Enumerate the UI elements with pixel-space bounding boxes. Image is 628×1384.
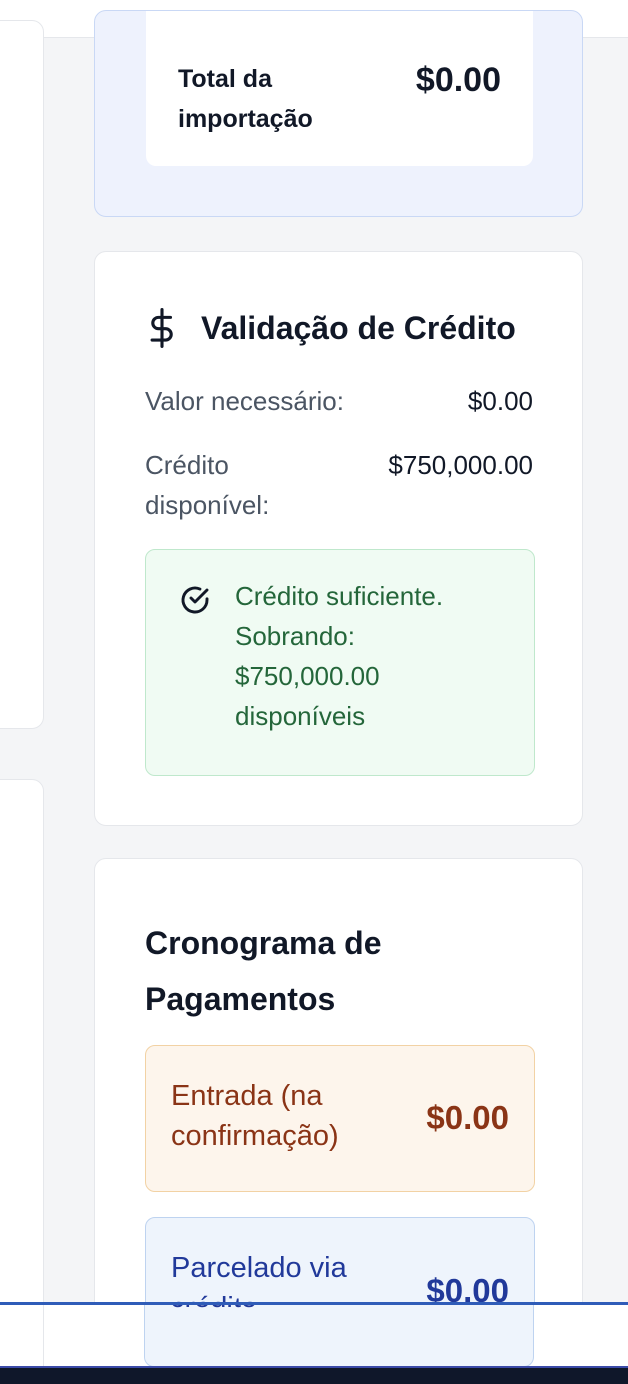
required-value-label: Valor necessário: (145, 386, 344, 416)
required-value: $0.00 (467, 386, 533, 416)
bottom-dark-bar (0, 1366, 628, 1384)
import-total-label: Total da importação (178, 65, 313, 133)
import-total-value: $0.00 (415, 61, 501, 99)
import-total-box: Total da importação $0.00 (146, 11, 533, 166)
available-credit-label: Crédito disponível: (145, 450, 270, 520)
left-panel-card (0, 20, 44, 729)
parcelado-payment-box-peek: crédito (144, 1305, 534, 1367)
entrada-payment-box: Entrada (na confirmação) $0.00 (145, 1045, 535, 1192)
credit-status-alert: Crédito suficiente. Sobrando: $750,000.0… (145, 549, 535, 776)
credit-validation-title: Validação de Crédito (145, 308, 516, 348)
payment-schedule-title: Cronograma de Pagamentos (145, 925, 382, 1017)
available-credit-value: $750,000.00 (388, 450, 533, 480)
parcelado-label-peek: crédito (170, 1305, 257, 1318)
credit-validation-card: Validação de Crédito Valor necessário: $… (94, 251, 583, 826)
import-summary-card: Total da importação $0.00 (94, 10, 583, 217)
credit-validation-title-text: Validação de Crédito (201, 309, 516, 346)
check-circle-icon (181, 586, 209, 614)
bottom-sticky-overlay: crédito (0, 1302, 628, 1369)
divider (43, 1305, 44, 1369)
dollar-icon (150, 308, 173, 348)
left-panel-card (0, 779, 44, 1384)
entrada-value: $0.00 (426, 1099, 509, 1136)
entrada-label: Entrada (na confirmação) (171, 1080, 339, 1152)
credit-status-text: Crédito suficiente. Sobrando: $750,000.0… (235, 581, 444, 731)
